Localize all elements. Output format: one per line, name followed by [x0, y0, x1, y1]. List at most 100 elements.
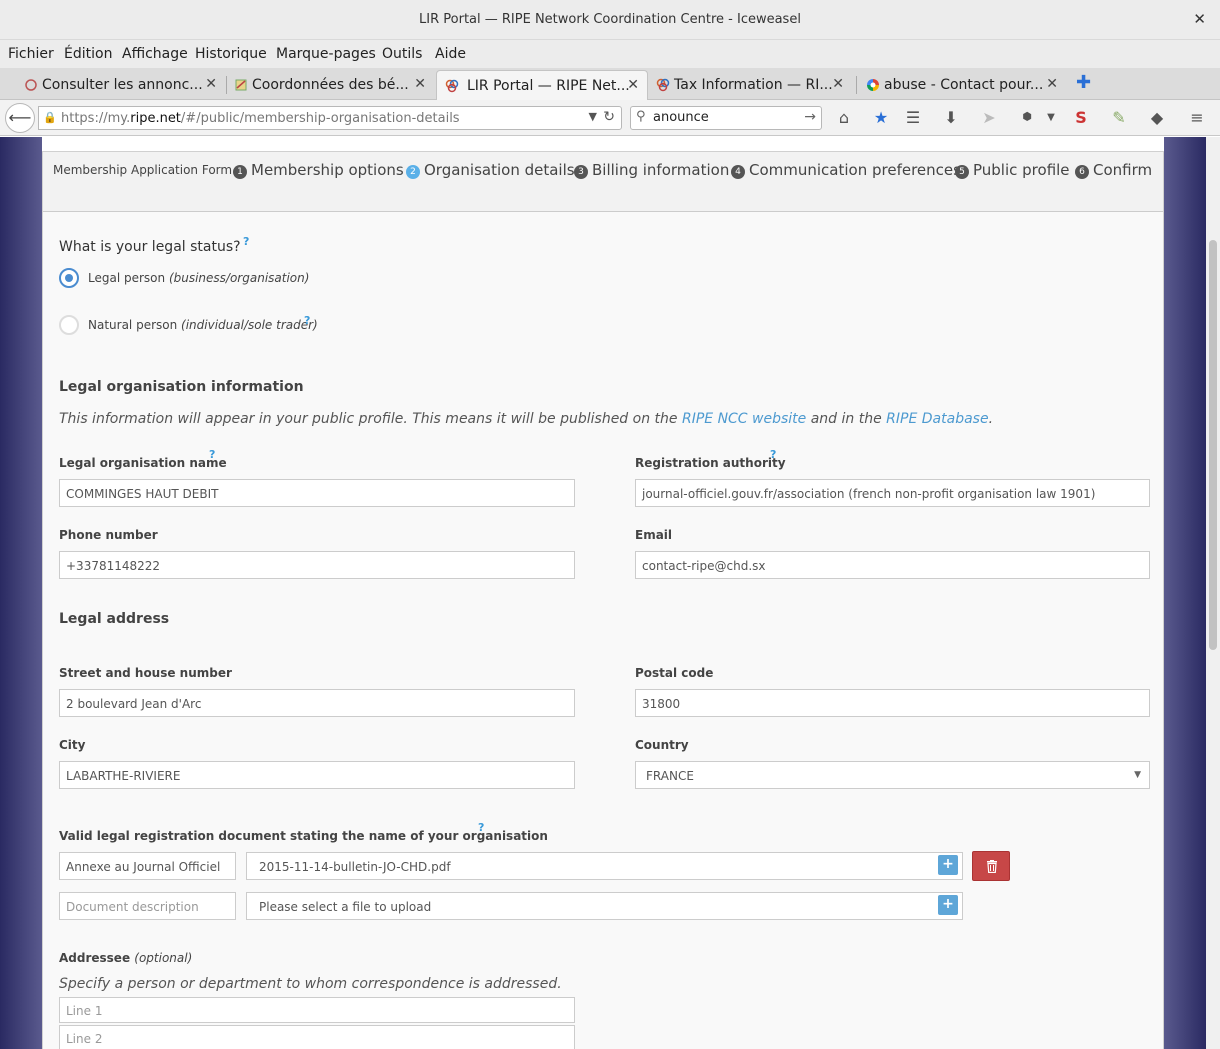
tab-annonces[interactable]: Consulter les annonc... ✕	[20, 70, 225, 100]
adblock-icon[interactable]: ⬢	[1016, 110, 1038, 123]
window-close-icon[interactable]: ✕	[1193, 10, 1206, 28]
back-button[interactable]: ⟵	[5, 103, 35, 133]
add-file-button[interactable]: +	[938, 855, 958, 875]
addressee-line-2-input[interactable]: Line 2	[59, 1025, 575, 1049]
note-text: and in the	[806, 411, 887, 427]
google-favicon-icon	[867, 79, 879, 91]
step-membership-options[interactable]: 1 Membership options	[233, 161, 404, 179]
legal-person-text: Legal person	[88, 271, 169, 285]
tab-lir-portal[interactable]: LIR Portal — RIPE Net... ✕	[436, 70, 648, 100]
legal-person-label: Legal person (business/organisation)	[88, 271, 309, 285]
org-info-heading: Legal organisation information	[59, 379, 304, 395]
add-file-button[interactable]: +	[938, 895, 958, 915]
tab-close-icon[interactable]: ✕	[627, 77, 639, 93]
download-icon[interactable]: ⬇	[940, 108, 962, 127]
legal-status-help-icon[interactable]: ?	[243, 235, 249, 248]
addressee-instruction: Specify a person or department to whom c…	[59, 976, 562, 992]
org-name-help-icon[interactable]: ?	[209, 448, 215, 461]
home-icon[interactable]: ⌂	[833, 108, 855, 127]
new-tab-icon[interactable]: ✚	[1076, 72, 1091, 93]
country-select[interactable]: FRANCE ▼	[635, 761, 1150, 789]
tab-close-icon[interactable]: ✕	[414, 76, 426, 92]
search-bar[interactable]: ⚲ →	[630, 106, 822, 130]
natural-person-text: Natural person	[88, 318, 182, 332]
extension-badge-icon[interactable]: ✎	[1108, 108, 1130, 127]
street-label: Street and house number	[59, 666, 232, 680]
step-label: Public profile	[973, 161, 1070, 179]
tab-close-icon[interactable]: ✕	[1046, 76, 1058, 92]
tab-abuse-contact[interactable]: abuse - Contact pour... ✕	[862, 70, 1066, 100]
extension-arrow-icon[interactable]: ◆	[1146, 108, 1168, 127]
legal-address-heading: Legal address	[59, 611, 170, 627]
street-field[interactable]: 2 boulevard Jean d'Arc	[59, 689, 575, 717]
document-description-input[interactable]: Document description	[59, 892, 236, 920]
addressee-label: Addressee (optional)	[59, 951, 192, 965]
ripe-ncc-website-link[interactable]: RIPE NCC website	[682, 411, 806, 427]
legal-person-radio[interactable]	[59, 268, 79, 288]
scrollbar-thumb[interactable]	[1209, 240, 1217, 650]
document-description-field[interactable]: Annexe au Journal Officiel	[59, 852, 236, 880]
delete-document-button[interactable]	[972, 851, 1010, 881]
postal-code-field[interactable]: 31800	[635, 689, 1150, 717]
reg-authority-field[interactable]: journal-officiel.gouv.fr/association (fr…	[635, 479, 1150, 507]
menu-fichier[interactable]: Fichier	[8, 46, 54, 62]
menu-historique[interactable]: Historique	[195, 46, 267, 62]
ripe-favicon-icon	[656, 78, 670, 92]
phone-field[interactable]: +33781148222	[59, 551, 575, 579]
send-icon[interactable]: ➤	[978, 108, 1000, 127]
window-titlebar: LIR Portal — RIPE Network Coordination C…	[0, 0, 1220, 40]
legal-document-help-icon[interactable]: ?	[478, 821, 484, 834]
tab-tax-information[interactable]: Tax Information — RI... ✕	[652, 70, 852, 100]
chevron-down-icon: ▼	[1134, 770, 1141, 780]
window-title: LIR Portal — RIPE Network Coordination C…	[419, 12, 801, 27]
url-bar[interactable]: 🔒 https://my.ripe.net/#/public/membershi…	[38, 106, 622, 130]
reg-authority-help-icon[interactable]: ?	[770, 448, 776, 461]
menu-aide[interactable]: Aide	[435, 46, 466, 62]
step-label: Confirm	[1093, 161, 1153, 179]
legal-status-question: What is your legal status?	[59, 239, 241, 255]
reload-icon[interactable]: ↻	[603, 109, 615, 125]
bookmark-star-icon[interactable]: ★	[870, 108, 892, 127]
step-public-profile[interactable]: 5 Public profile	[955, 161, 1070, 179]
addressee-line-1-input[interactable]: Line 1	[59, 997, 575, 1023]
search-go-icon[interactable]: →	[804, 109, 816, 125]
tab-close-icon[interactable]: ✕	[205, 76, 217, 92]
ripe-database-link[interactable]: RIPE Database	[886, 411, 988, 427]
tab-coordonnees[interactable]: Coordonnées des bé... ✕	[230, 70, 434, 100]
email-field[interactable]: contact-ripe@chd.sx	[635, 551, 1150, 579]
bookmarks-list-icon[interactable]: ☰	[902, 108, 924, 127]
step-label: Organisation details	[424, 161, 575, 179]
menu-affichage[interactable]: Affichage	[122, 46, 188, 62]
city-field[interactable]: LABARTHE-RIVIERE	[59, 761, 575, 789]
menu-marque-pages[interactable]: Marque-pages	[276, 46, 376, 62]
addressee-optional: (optional)	[134, 951, 193, 965]
step-organisation-details[interactable]: 2 Organisation details	[406, 161, 575, 179]
phone-label: Phone number	[59, 528, 158, 542]
extension-icon[interactable]: S	[1070, 108, 1092, 127]
document-file-field[interactable]: 2015-11-14-bulletin-JO-CHD.pdf	[246, 852, 963, 880]
natural-person-radio[interactable]	[59, 315, 79, 335]
search-input[interactable]	[653, 110, 801, 125]
document-file-name: 2015-11-14-bulletin-JO-CHD.pdf	[259, 860, 451, 874]
hamburger-menu-icon[interactable]: ≡	[1186, 108, 1208, 127]
url-path: /#/public/membership-organisation-detail…	[180, 111, 460, 126]
document-upload-field[interactable]: Please select a file to upload	[246, 892, 963, 920]
url-prefix: https://my.	[61, 111, 131, 126]
step-confirm[interactable]: 6 Confirm	[1075, 161, 1152, 179]
natural-person-help-icon[interactable]: ?	[304, 314, 310, 327]
note-text: This information will appear in your pub…	[59, 411, 682, 427]
adblock-dropdown-icon[interactable]: ▼	[1040, 112, 1062, 123]
step-communication-preferences[interactable]: 4 Communication preferences	[731, 161, 961, 179]
tab-close-icon[interactable]: ✕	[832, 76, 844, 92]
search-icon: ⚲	[636, 109, 646, 124]
menu-outils[interactable]: Outils	[382, 46, 422, 62]
natural-person-note: (individual/sole trader)	[181, 318, 318, 332]
back-arrow-icon: ⟵	[8, 108, 32, 127]
menu-edition[interactable]: Édition	[64, 46, 112, 62]
tab-separator	[856, 76, 857, 94]
url-dropdown-icon[interactable]: ▼	[589, 110, 597, 123]
plus-icon: +	[942, 856, 954, 872]
step-billing-information[interactable]: 3 Billing information	[574, 161, 729, 179]
addressee-label-text: Addressee	[59, 951, 135, 965]
org-name-field[interactable]: COMMINGES HAUT DEBIT	[59, 479, 575, 507]
